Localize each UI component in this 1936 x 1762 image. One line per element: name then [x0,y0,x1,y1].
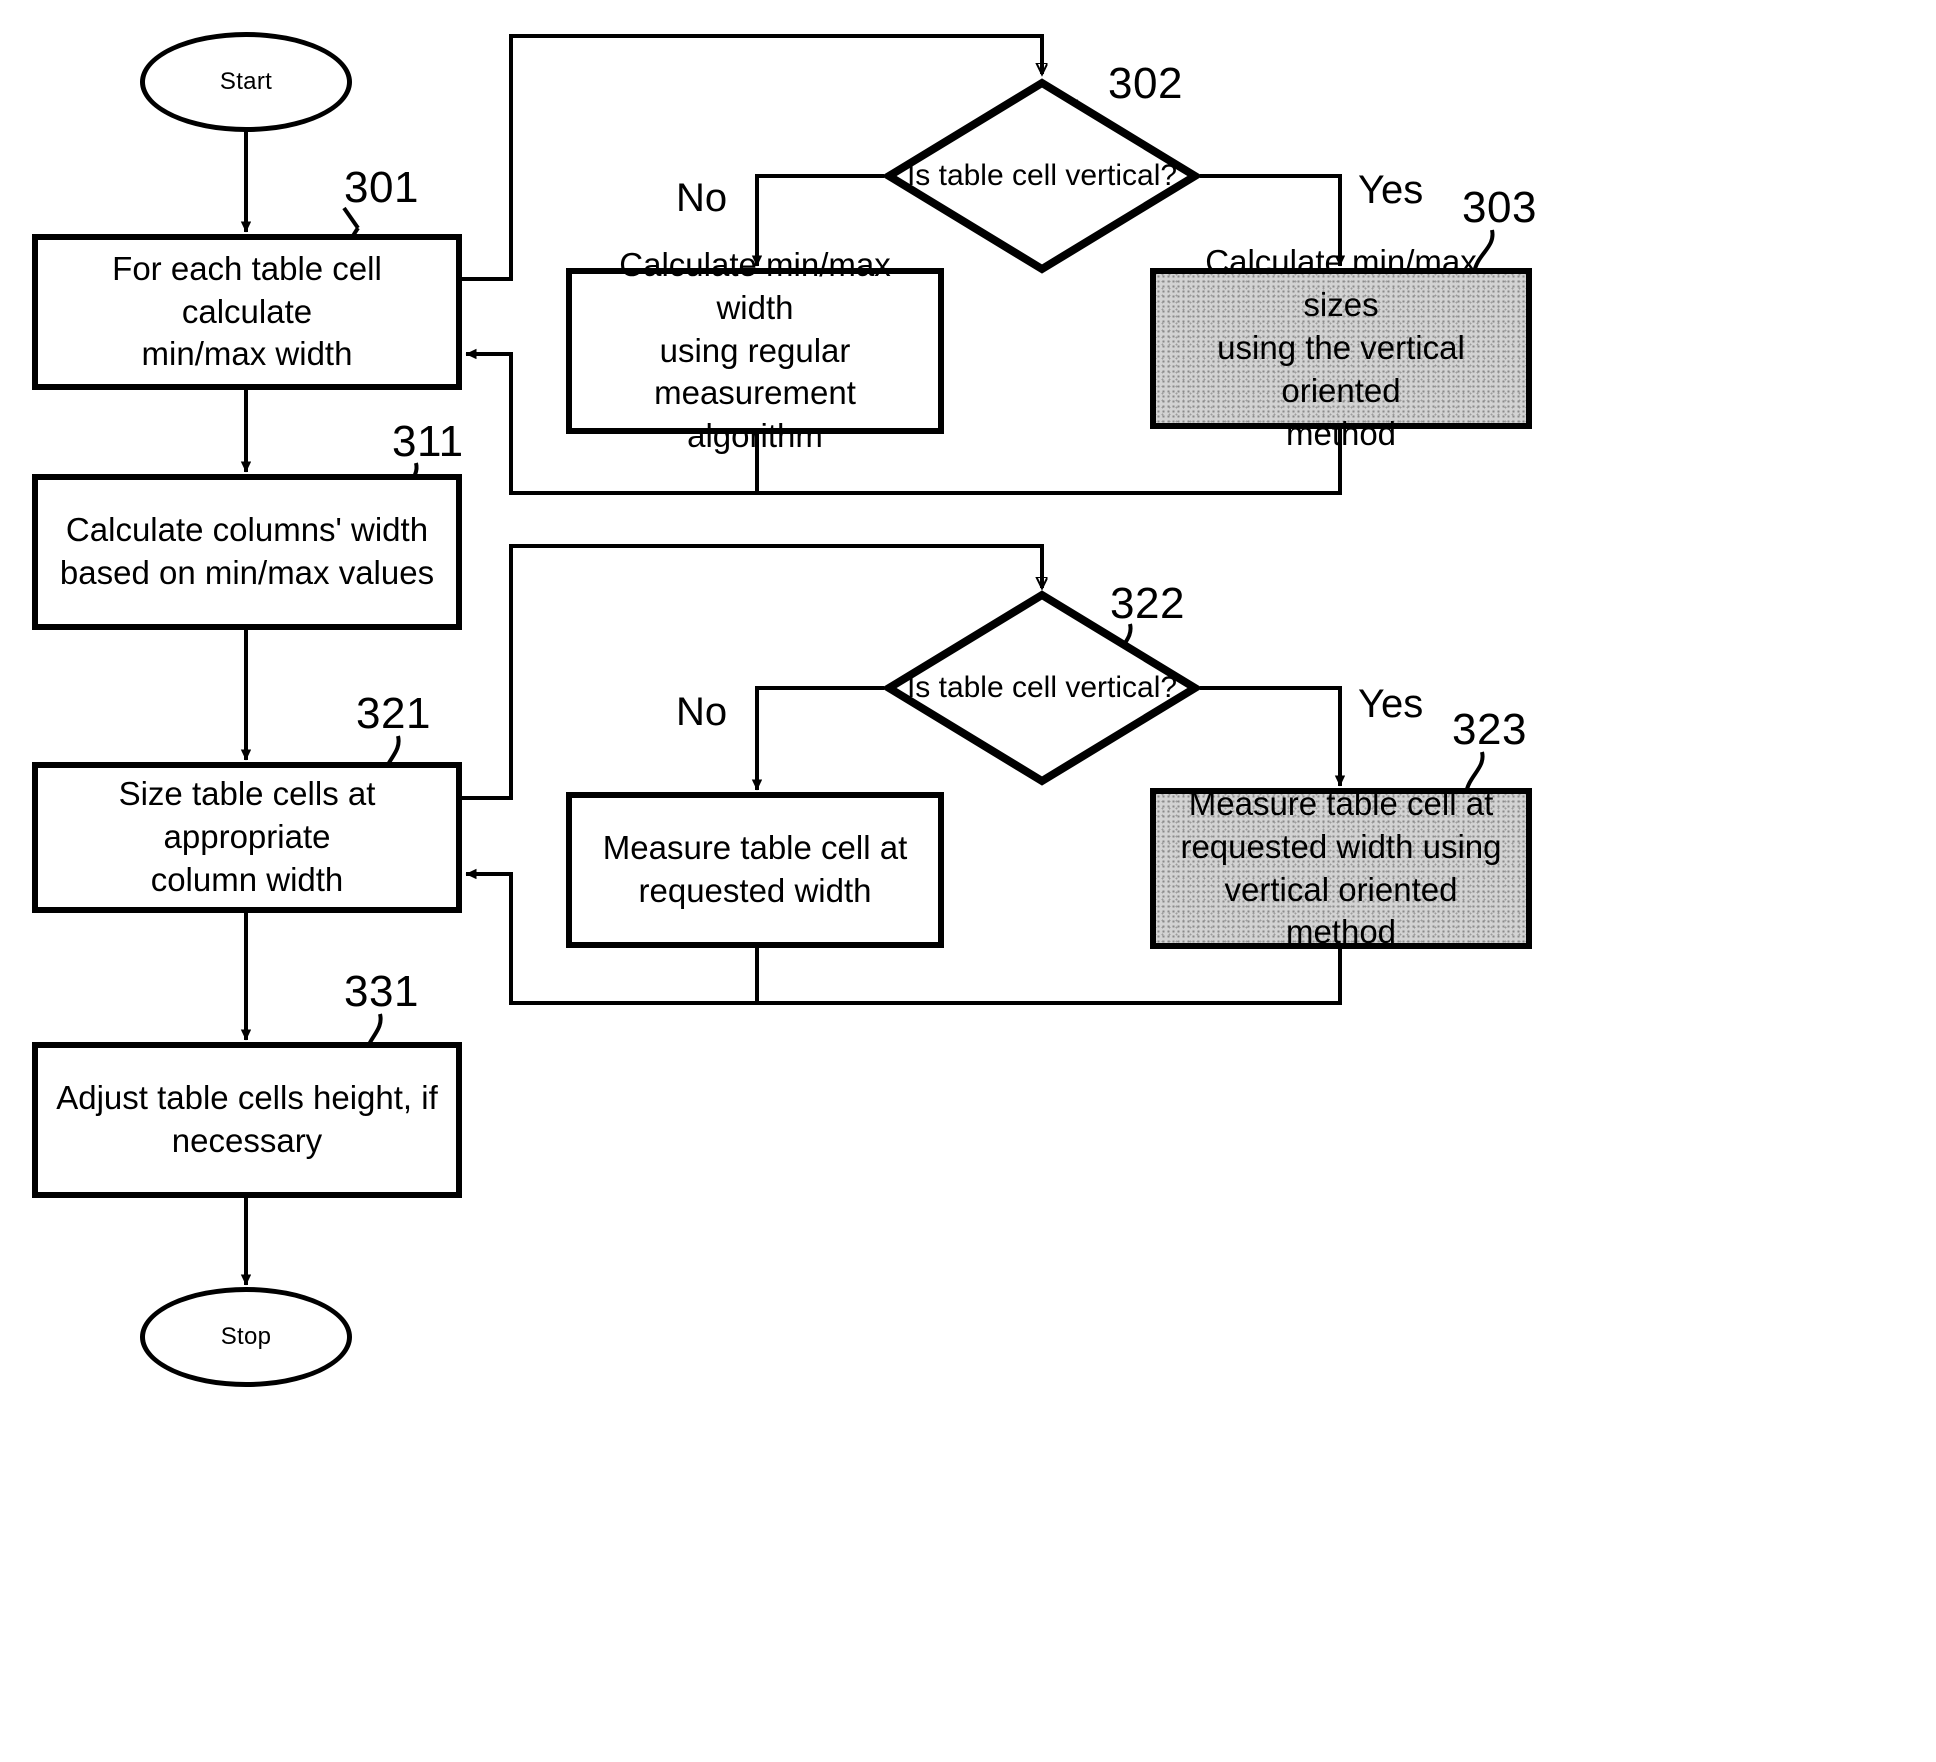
branch-302-no: No [676,176,728,220]
stop-terminator: Stop [140,1287,352,1387]
process-301: For each table cell calculate min/max wi… [32,234,462,390]
process-303-line3: method [1285,414,1397,452]
branch-322-yes: Yes [1358,682,1424,726]
decision-322-label: Is table cell vertical? [906,671,1178,704]
ref-323: 323 [1452,705,1527,754]
decision-302-label: Is table cell vertical? [906,159,1178,192]
start-label: Start [219,68,273,95]
stop-label: Stop [220,1323,272,1350]
process-323-line2: requested width using [1180,827,1502,865]
process-322-no-line1: Measure table cell at [602,829,908,867]
process-323: Measure table cell at requested width us… [1150,785,1532,950]
decision-302: Is table cell vertical? [881,78,1203,274]
process-303: Calculate min/max sizes using the vertic… [1150,243,1532,452]
process-322-no-line2: requested width [638,872,872,909]
branch-322-no: No [676,690,728,734]
process-323-line1: Measure table cell at [1188,784,1494,822]
process-331-line2: necessary [171,1122,323,1159]
ref-311: 311 [392,417,464,466]
process-303-line2: using the vertical oriented [1217,329,1465,409]
process-323-line3: vertical oriented method [1224,870,1458,951]
process-311: Calculate columns' width based on min/ma… [32,474,462,630]
process-311-line2: based on min/max values [59,554,435,591]
process-321-line2: column width [150,860,344,898]
process-331-line1: Adjust table cells height, if [56,1079,438,1117]
start-terminator: Start [140,32,352,132]
ref-301: 301 [344,163,419,212]
process-303-line1: Calculate min/max sizes [1205,243,1477,324]
process-322-no-branch: Measure table cell at requested width [566,792,944,948]
decision-322: Is table cell vertical? [881,590,1203,786]
process-302-no-line2: using regular measurement [654,331,856,412]
process-321-line1: Size table cells at appropriate [118,775,376,856]
process-321: Size table cells at appropriate column w… [32,762,462,913]
process-311-line1: Calculate columns' width [65,511,429,549]
process-302-no-line3: algorithm [687,417,823,455]
process-302-no-line1: Calculate min/max width [619,245,891,326]
process-301-line1: For each table cell calculate [112,249,382,330]
ref-303: 303 [1462,183,1537,232]
flowchart-canvas: Start For each table cell calculate min/… [0,0,1936,1762]
process-301-line2: min/max width [141,335,353,373]
process-331: Adjust table cells height, if necessary [32,1042,462,1198]
ref-331: 331 [344,967,419,1016]
branch-302-yes: Yes [1358,168,1424,212]
ref-321: 321 [356,689,431,738]
process-302-no-branch: Calculate min/max width using regular me… [566,246,944,454]
